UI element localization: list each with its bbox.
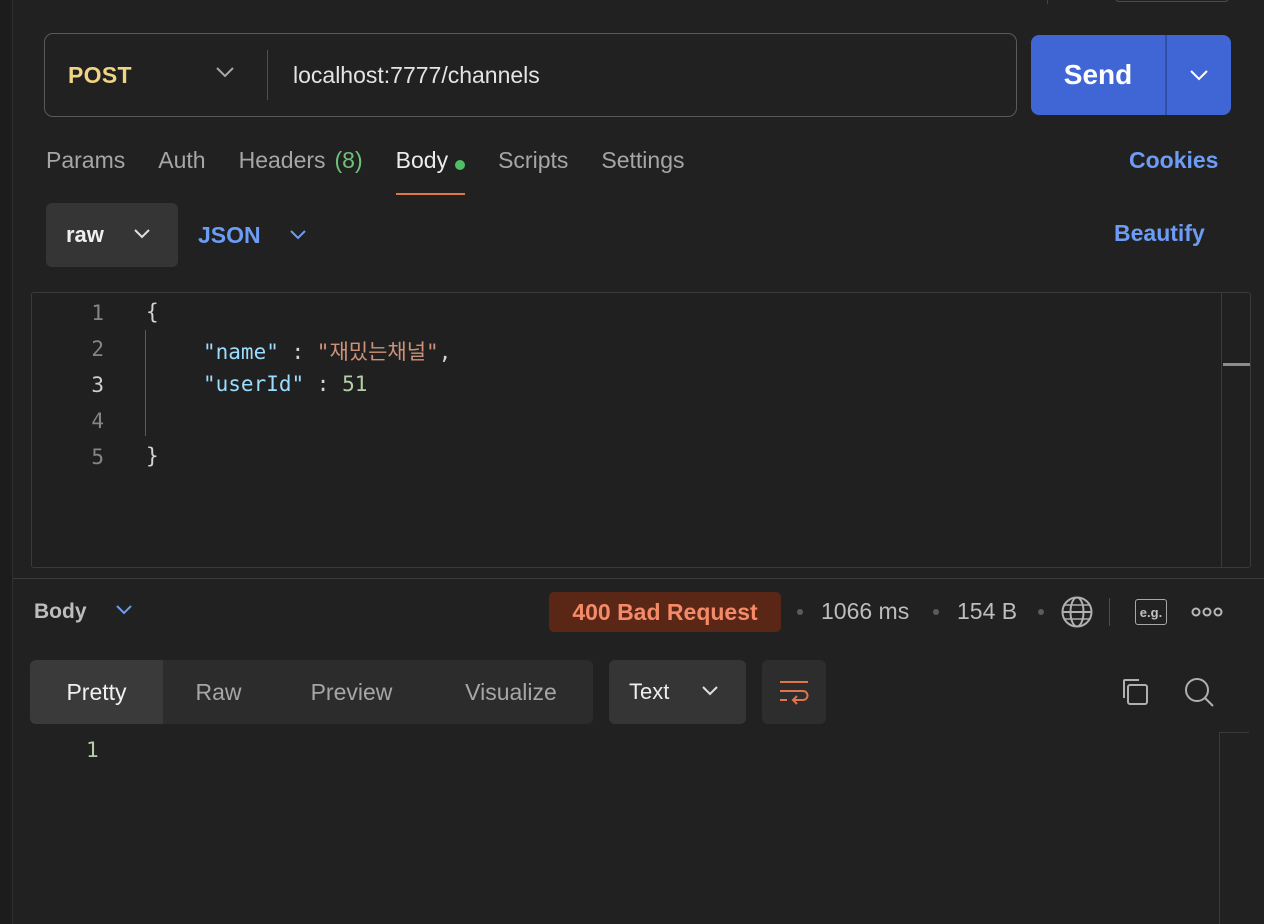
wrap-icon xyxy=(780,681,809,705)
cookies-link[interactable]: Cookies xyxy=(1129,147,1218,174)
response-section-select[interactable]: Body xyxy=(34,600,87,624)
response-format-label: Text xyxy=(629,679,670,704)
send-button-group: Send xyxy=(1031,35,1231,115)
meta-separator-dot xyxy=(797,609,803,615)
request-tabs: Params Auth Headers (8) Body Scripts Sett… xyxy=(46,145,717,195)
json-separator: : xyxy=(278,340,317,364)
left-rail xyxy=(0,0,13,924)
status-badge[interactable]: 400 Bad Request xyxy=(549,592,781,632)
copy-icon[interactable] xyxy=(1119,676,1151,708)
chevron-down-icon xyxy=(702,686,718,696)
url-input[interactable] xyxy=(268,34,1016,116)
code-line: { xyxy=(146,300,159,324)
request-body-editor[interactable]: 1 2 3 4 5 { "name" : "재밌는채널", "userId" :… xyxy=(31,292,1251,568)
meta-separator-dot xyxy=(1038,609,1044,615)
code-line: "name" : "재밌는채널", xyxy=(203,336,451,366)
tab-scripts[interactable]: Scripts xyxy=(498,145,568,195)
tab-label: Body xyxy=(395,147,449,173)
response-size[interactable]: 154 B xyxy=(957,598,1017,625)
brace-close: } xyxy=(146,444,159,468)
tab-raw[interactable]: Raw xyxy=(163,660,274,724)
chevron-down-icon xyxy=(289,230,306,240)
tab-settings[interactable]: Settings xyxy=(601,145,684,195)
scroll-position-marker xyxy=(1223,363,1250,366)
chevron-down-icon xyxy=(1190,70,1208,81)
tab-headers[interactable]: Headers (8) xyxy=(239,145,363,195)
json-number-value: 51 xyxy=(342,372,368,396)
top-divider xyxy=(1047,0,1048,4)
indent-guide xyxy=(145,330,146,436)
tab-label: Headers xyxy=(238,147,326,173)
response-scrollbar[interactable] xyxy=(1219,732,1249,924)
send-options-button[interactable] xyxy=(1167,35,1232,115)
tab-pretty[interactable]: Pretty xyxy=(30,660,163,724)
tab-params[interactable]: Params xyxy=(46,145,125,195)
body-mode-select[interactable]: raw xyxy=(46,203,178,267)
method-label: POST xyxy=(68,61,132,88)
response-view-tabs: Pretty Raw Preview Visualize xyxy=(30,660,593,724)
response-time[interactable]: 1066 ms xyxy=(821,598,909,625)
json-separator: : xyxy=(304,372,343,396)
tab-body[interactable]: Body xyxy=(395,145,466,195)
tab-auth[interactable]: Auth xyxy=(158,145,205,195)
beautify-button[interactable]: Beautify xyxy=(1114,220,1205,247)
search-icon[interactable] xyxy=(1183,676,1215,708)
more-icon[interactable] xyxy=(1191,603,1223,621)
line-number: 3 xyxy=(91,373,104,397)
tab-label: Auth xyxy=(158,147,206,173)
modified-dot-icon xyxy=(455,160,466,170)
method-select[interactable]: POST xyxy=(45,34,267,116)
send-button[interactable]: Send xyxy=(1031,35,1165,115)
headers-count: (8) xyxy=(334,147,363,173)
globe-icon[interactable] xyxy=(1060,595,1094,629)
toolbar-separator xyxy=(1109,598,1110,626)
body-mode-label: raw xyxy=(66,222,104,247)
top-partial-control[interactable] xyxy=(1115,0,1229,2)
chevron-down-icon[interactable] xyxy=(115,604,133,616)
request-url-bar: POST xyxy=(44,33,1017,117)
chevron-down-icon xyxy=(134,229,150,239)
meta-separator-dot xyxy=(933,609,939,615)
json-key: "name" xyxy=(203,340,279,364)
code-line: } xyxy=(146,444,159,468)
line-number: 1 xyxy=(91,301,104,325)
wrap-lines-button[interactable] xyxy=(762,660,826,724)
json-comma: , xyxy=(438,340,452,364)
body-format-select[interactable]: JSON xyxy=(198,203,307,267)
tab-label: Scripts xyxy=(498,147,569,173)
tab-label: Settings xyxy=(601,147,685,173)
json-key: "userId" xyxy=(203,372,305,396)
tab-preview[interactable]: Preview xyxy=(274,660,429,724)
pane-divider[interactable] xyxy=(13,578,1264,579)
tab-visualize[interactable]: Visualize xyxy=(429,660,593,724)
body-format-label: JSON xyxy=(198,221,261,248)
editor-scrollbar[interactable] xyxy=(1221,293,1250,567)
line-number: 1 xyxy=(86,738,99,762)
json-string-value: "재밌는채널" xyxy=(316,340,439,364)
code-line: "userId" : 51 xyxy=(203,372,367,396)
line-number: 2 xyxy=(91,337,104,361)
response-format-select[interactable]: Text xyxy=(609,660,746,724)
brace-open: { xyxy=(146,300,159,324)
line-number: 5 xyxy=(91,445,104,469)
example-icon[interactable]: e.g. xyxy=(1135,599,1167,625)
tab-label: Params xyxy=(46,147,126,173)
line-number: 4 xyxy=(91,409,104,433)
chevron-down-icon xyxy=(216,67,234,78)
